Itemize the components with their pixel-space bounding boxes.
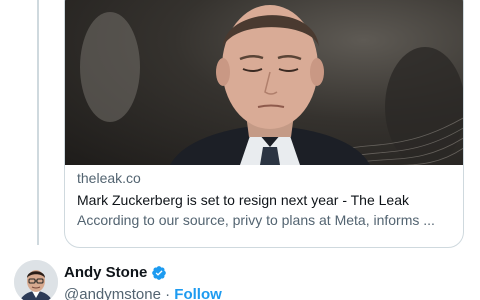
author-row: Andy Stone @andymstone · Follow <box>14 258 480 300</box>
author-handle-line: @andymstone · Follow <box>64 286 222 300</box>
card-domain: theleak.co <box>77 170 141 186</box>
card-title: Mark Zuckerberg is set to resign next ye… <box>77 192 409 208</box>
thread-connector-line <box>37 0 39 245</box>
link-preview-card[interactable]: theleak.co Mark Zuckerberg is set to res… <box>64 0 464 248</box>
avatar-photo <box>14 260 58 300</box>
card-preview-image[interactable] <box>65 0 463 165</box>
avatar[interactable] <box>14 260 58 300</box>
author-name[interactable]: Andy Stone <box>64 264 147 282</box>
card-description: According to our source, privy to plans … <box>77 212 435 228</box>
author-handle[interactable]: @andymstone <box>64 286 161 300</box>
separator-dot: · <box>165 286 171 300</box>
author-name-line[interactable]: Andy Stone <box>64 264 167 282</box>
verified-badge-icon <box>152 266 167 280</box>
follow-button[interactable]: Follow <box>174 286 222 300</box>
person-photo <box>80 5 463 165</box>
